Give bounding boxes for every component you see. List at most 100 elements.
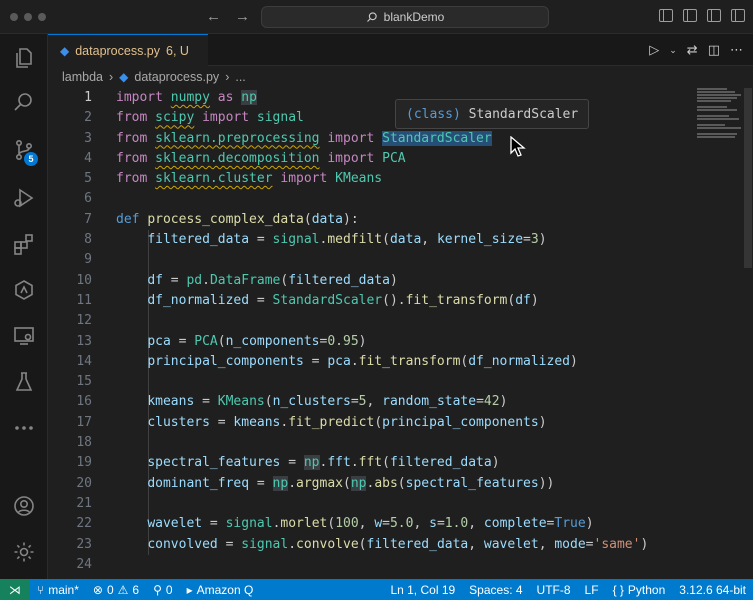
line-number: 4 — [84, 150, 92, 166]
extensions-icon[interactable] — [0, 224, 48, 264]
language-mode[interactable]: { } Python — [606, 583, 673, 597]
search-view-icon[interactable] — [0, 82, 48, 122]
amazon-q-icon: ▸ — [186, 582, 193, 597]
problems-status[interactable]: ⊗ 0 ⚠ 6 — [86, 583, 146, 597]
code-line-11: df_normalized = StandardScaler().fit_tra… — [147, 292, 539, 308]
line-number: 22 — [76, 516, 92, 532]
code-line-19: spectral_features = np.fft.fft(filtered_… — [147, 455, 500, 471]
editor-tab-dataprocess[interactable]: ◆ dataprocess.py 6, U — [48, 34, 208, 66]
line-number: 10 — [76, 272, 92, 288]
close-window-dot[interactable] — [10, 13, 18, 21]
line-number: 23 — [76, 536, 92, 552]
code-line-3: from sklearn.preprocessing import Standa… — [116, 130, 492, 146]
minimize-window-dot[interactable] — [24, 13, 32, 21]
window-title: blankDemo — [383, 10, 445, 24]
customize-layout-icon[interactable] — [731, 9, 745, 22]
toggle-primary-sidebar-icon[interactable] — [659, 9, 673, 22]
maximize-window-dot[interactable] — [38, 13, 46, 21]
breadcrumb-symbols[interactable]: ... — [235, 70, 245, 84]
remote-explorer-icon[interactable] — [0, 316, 48, 356]
title-bar: ← → blankDemo — [0, 0, 753, 34]
line-number: 11 — [76, 292, 92, 308]
code-line-10: df = pd.DataFrame(filtered_data) — [147, 272, 398, 288]
split-editor-icon[interactable]: ◫ — [708, 42, 720, 58]
run-python-file-icon[interactable]: ▷ — [649, 42, 659, 58]
run-debug-icon[interactable] — [0, 178, 48, 218]
tab-problem-status: 6, U — [166, 43, 189, 58]
line-number: 24 — [76, 556, 92, 572]
line-number: 7 — [84, 211, 92, 227]
breadcrumb-chevron-icon: › — [109, 70, 114, 84]
line-number: 17 — [76, 414, 92, 430]
testing-flask-icon[interactable] — [0, 362, 48, 402]
line-number: 5 — [84, 171, 92, 187]
toggle-panel-icon[interactable] — [683, 9, 697, 22]
line-number: 3 — [84, 130, 92, 146]
window-controls[interactable] — [10, 13, 46, 21]
breadcrumb-chevron-icon: › — [225, 70, 230, 84]
code-line-23: convolved = signal.convolve(filtered_dat… — [147, 536, 649, 552]
line-number: 16 — [76, 394, 92, 410]
back-arrow-icon[interactable]: ← — [206, 8, 221, 25]
code-line-4: from sklearn.decomposition import PCA — [116, 150, 406, 166]
encoding[interactable]: UTF-8 — [530, 583, 578, 597]
amazon-q-status[interactable]: ▸ Amazon Q — [180, 583, 261, 597]
cursor-position[interactable]: Ln 1, Col 19 — [383, 583, 462, 597]
line-number: 1 — [84, 90, 92, 105]
indentation[interactable]: Spaces: 4 — [462, 583, 529, 597]
ports-status[interactable]: ⚲ 0 — [146, 583, 179, 597]
more-actions-icon[interactable]: ⋯ — [730, 42, 743, 58]
source-control-badge: 5 — [24, 152, 38, 166]
hover-tooltip: (class) StandardScaler — [395, 99, 590, 129]
aws-icon[interactable] — [0, 270, 48, 310]
hover-symbol-name: StandardScaler — [468, 106, 579, 122]
line-number: 18 — [76, 435, 92, 451]
code-editor[interactable]: 1 2 3 4 5 6 7 8 9 10 11 12 13 14 15 16 17 18 19 20 21 22 23 24 … — [48, 88, 753, 579]
status-bar: ⋊ ⑂ main* ⊗ 0 ⚠ 6 ⚲ 0 ▸ Amazon Q Ln 1, Col 19 … — [0, 579, 753, 600]
compare-changes-icon[interactable]: ⇄ — [687, 42, 698, 58]
breadcrumb-folder[interactable]: lambda — [62, 70, 103, 84]
vertical-scrollbar[interactable] — [743, 88, 753, 579]
branch-status[interactable]: ⑂ main* — [30, 583, 86, 597]
search-icon — [366, 12, 377, 22]
remote-indicator-icon[interactable]: ⋊ — [0, 579, 30, 600]
error-icon: ⊗ — [92, 582, 103, 597]
python-interpreter[interactable]: 3.12.6 64-bit — [672, 583, 753, 597]
minimap[interactable] — [697, 88, 741, 168]
accounts-icon[interactable] — [0, 486, 48, 526]
settings-gear-icon[interactable] — [0, 532, 48, 572]
line-number: 20 — [76, 475, 92, 491]
more-views-icon[interactable] — [0, 408, 48, 448]
mouse-pointer-icon — [510, 136, 526, 157]
code-line-13: pca = PCA(n_components=0.95) — [147, 333, 367, 349]
line-number: 21 — [76, 495, 92, 511]
code-content[interactable]: import numpy as np from scipy import sig… — [116, 88, 696, 575]
code-line-5: from sklearn.cluster import KMeans — [116, 171, 383, 187]
scrollbar-thumb[interactable] — [744, 88, 752, 268]
end-of-line[interactable]: LF — [578, 583, 606, 597]
line-number: 2 — [84, 110, 92, 126]
code-line-7: def process_complex_data(data): — [116, 211, 359, 227]
toggle-secondary-sidebar-icon[interactable] — [707, 9, 721, 22]
forward-arrow-icon[interactable]: → — [235, 8, 250, 25]
line-number: 6 — [84, 191, 92, 207]
command-center[interactable]: blankDemo — [261, 6, 549, 28]
breadcrumb: lambda › ◆ dataprocess.py › ... — [48, 66, 753, 88]
explorer-icon[interactable] — [0, 38, 48, 78]
source-control-icon[interactable]: 5 — [0, 130, 48, 170]
line-number: 14 — [76, 353, 92, 369]
line-number: 13 — [76, 333, 92, 349]
braces-icon: { } — [612, 582, 624, 597]
run-dropdown-chevron-icon[interactable]: ⌄ — [669, 45, 677, 56]
python-file-icon: ◆ — [119, 70, 129, 84]
python-file-icon: ◆ — [60, 43, 70, 58]
line-number-gutter: 1 2 3 4 5 6 7 8 9 10 11 12 13 14 15 16 17 18 19 20 21 22 23 24 — [48, 88, 92, 575]
hover-keyword: (class) — [406, 106, 461, 122]
code-line-22: wavelet = signal.morlet(100, w=5.0, s=1.… — [147, 516, 594, 532]
breadcrumb-file[interactable]: dataprocess.py — [134, 70, 219, 84]
